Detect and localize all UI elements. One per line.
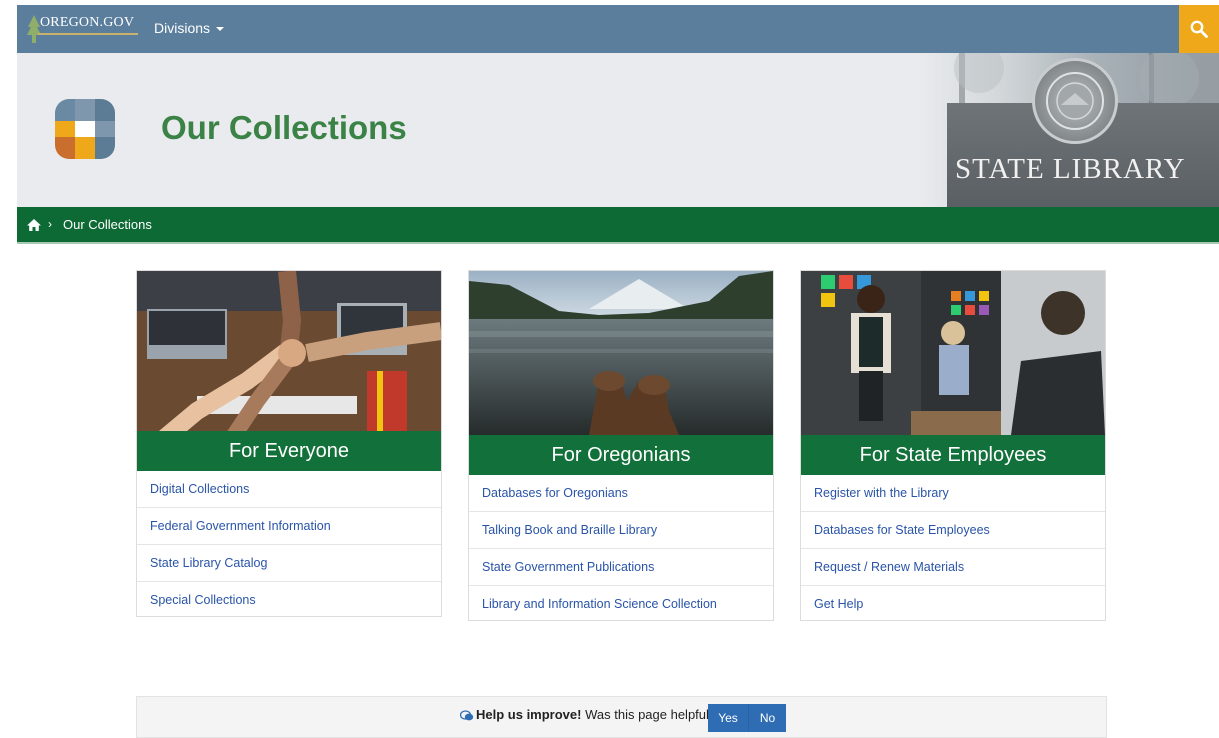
state-library-sign-text: STATE LIBRARY (955, 153, 1186, 185)
feedback-bar: Help us improve! Was this page helpful? … (136, 696, 1107, 738)
card-for-state-employees: For State Employees Register with the Li… (800, 270, 1106, 621)
link-state-government-publications[interactable]: State Government Publications (469, 548, 773, 585)
link-list: Digital Collections Federal Government I… (137, 471, 441, 618)
link-special-collections[interactable]: Special Collections (137, 581, 441, 618)
feedback-question: Was this page helpful? (585, 707, 717, 722)
link-databases-for-state-employees[interactable]: Databases for State Employees (801, 511, 1105, 548)
link-list: Databases for Oregonians Talking Book an… (469, 475, 773, 622)
chat-bubbles-icon (460, 709, 474, 720)
collections-logo-icon (55, 99, 115, 159)
feedback-bold-text: Help us improve! (476, 707, 582, 722)
logo-underline (38, 33, 138, 35)
link-state-library-catalog[interactable]: State Library Catalog (137, 544, 441, 581)
feedback-prompt: Help us improve! Was this page helpful? (460, 707, 716, 722)
link-federal-government-information[interactable]: Federal Government Information (137, 507, 441, 544)
link-request-renew-materials[interactable]: Request / Renew Materials (801, 548, 1105, 585)
teamwork-photo (137, 271, 441, 431)
link-register-with-the-library[interactable]: Register with the Library (801, 475, 1105, 511)
office-meeting-photo (801, 271, 1105, 435)
lake-mountain-photo (469, 271, 773, 435)
search-button[interactable] (1179, 5, 1219, 53)
link-library-and-information-science-collection[interactable]: Library and Information Science Collecti… (469, 585, 773, 622)
link-databases-for-oregonians[interactable]: Databases for Oregonians (469, 475, 773, 511)
home-icon[interactable] (27, 218, 41, 232)
top-nav-bar: OREGON.GOV Divisions (17, 5, 1219, 53)
search-icon (1190, 20, 1208, 38)
link-talking-book-and-braille-library[interactable]: Talking Book and Braille Library (469, 511, 773, 548)
breadcrumb-separator: › (48, 217, 52, 231)
divisions-label: Divisions (154, 20, 211, 36)
logo-text: OREGON.GOV (40, 15, 135, 30)
breadcrumb: › Our Collections (17, 207, 1219, 244)
tree-logo-icon (27, 15, 41, 43)
yes-button[interactable]: Yes (708, 704, 748, 732)
link-get-help[interactable]: Get Help (801, 585, 1105, 622)
oregon-state-seal-icon (1032, 58, 1118, 144)
no-button[interactable]: No (748, 704, 786, 732)
link-list: Register with the Library Databases for … (801, 475, 1105, 622)
breadcrumb-current: Our Collections (63, 217, 152, 232)
oregon-gov-logo[interactable]: OREGON.GOV (27, 13, 139, 45)
link-digital-collections[interactable]: Digital Collections (137, 471, 441, 507)
card-title: For State Employees (801, 435, 1105, 475)
card-for-everyone: For Everyone Digital Collections Federal… (136, 270, 442, 617)
hero-banner: STATE LIBRARY Our Collections (17, 53, 1219, 207)
card-title: For Everyone (137, 431, 441, 471)
page-title: Our Collections (161, 109, 407, 146)
page: OREGON.GOV Divisions STATE LIBRARY Our C… (17, 5, 1219, 738)
card-title: For Oregonians (469, 435, 773, 475)
divisions-menu[interactable]: Divisions (154, 20, 225, 36)
card-for-oregonians: For Oregonians Databases for Oregonians … (468, 270, 774, 621)
chevron-down-icon (216, 27, 225, 32)
